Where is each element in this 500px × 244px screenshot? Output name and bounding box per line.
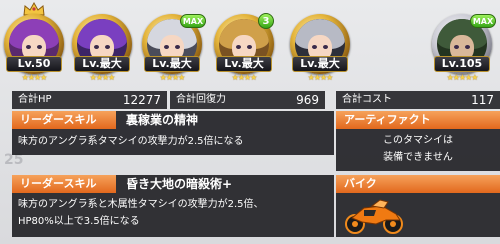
level-label: Lv.最大	[292, 56, 348, 72]
level-label: Lv.105	[434, 56, 490, 72]
bike-panel[interactable]: バイク	[336, 175, 500, 237]
rarity-stars: ★★★★	[231, 73, 258, 82]
motorcycle-icon	[345, 199, 403, 234]
party-member-1[interactable]: Lv.50 ★★★★	[2, 2, 66, 88]
leader-skill-tag: リーダースキル	[12, 111, 116, 129]
rarity-stars: ★★★★	[89, 73, 116, 82]
artifact-message-line2: 装備できません	[383, 152, 453, 163]
party-members: Lv.50 ★★★★ Lv.最大 ★★★★ MAX Lv.最大 ★★★★ 3 L…	[0, 0, 500, 90]
total-heal: 合計回復力 969	[170, 91, 325, 109]
party-member-3[interactable]: MAX Lv.最大 ★★★★	[140, 2, 206, 88]
leader-skill-panel[interactable]: リーダースキル 裏稼業の精神 味方のアングラ系タマシイの攻撃力が2.5倍になる	[12, 111, 334, 155]
max-badge: MAX	[180, 14, 206, 28]
total-cost-value: 117	[471, 93, 494, 107]
leader-skill-name: 裏稼業の精神	[126, 113, 199, 127]
leader-skill-description: 味方のアングラ系タマシイの攻撃力が2.5倍になる	[18, 136, 244, 147]
party-member-5[interactable]: Lv.最大 ★★★★	[288, 2, 352, 88]
team-stats: 合計HP 12277 合計回復力 969 合計コスト 117	[0, 91, 500, 109]
sub-leader-skill-tag: リーダースキル	[12, 175, 116, 193]
bike-tag: バイク	[336, 175, 500, 193]
artifact-message-line1: このタマシイは	[383, 135, 453, 146]
level-label: Lv.最大	[74, 56, 130, 72]
total-hp-label: 合計HP	[18, 94, 52, 105]
max-badge: MAX	[470, 14, 496, 28]
rarity-stars: ★★★★	[159, 73, 186, 82]
total-heal-label: 合計回復力	[176, 94, 226, 105]
sub-leader-skill-desc-line1: 味方のアングラ系と木属性タマシイの攻撃力が2.5倍、	[18, 199, 264, 210]
party-member-2[interactable]: Lv.最大 ★★★★	[70, 2, 134, 88]
sub-leader-skill-desc-line2: HP80%以上で3.5倍になる	[18, 216, 140, 227]
party-member-4[interactable]: 3 Lv.最大 ★★★★	[212, 2, 276, 88]
artifact-message: このタマシイは 装備できません	[336, 129, 500, 166]
level-label: Lv.最大	[216, 56, 272, 72]
level-label: Lv.最大	[144, 56, 200, 72]
artifact-tag: アーティファクト	[336, 111, 500, 129]
total-heal-value: 969	[296, 93, 319, 107]
sub-leader-skill-description: 味方のアングラ系と木属性タマシイの攻撃力が2.5倍、 HP80%以上で3.5倍に…	[12, 193, 334, 231]
total-hp: 合計HP 12277	[12, 91, 167, 109]
rarity-stars: ★★★★★	[446, 73, 479, 82]
count-badge: 3	[258, 13, 274, 29]
sub-leader-skill-panel[interactable]: リーダースキル 昏き大地の暗殺術+ 味方のアングラ系と木属性タマシイの攻撃力が2…	[12, 175, 334, 237]
total-hp-value: 12277	[122, 93, 161, 107]
total-cost-label: 合計コスト	[342, 94, 392, 105]
rarity-stars: ★★★★	[307, 73, 334, 82]
rarity-stars: ★★★★	[21, 73, 48, 82]
party-member-6[interactable]: MAX Lv.105 ★★★★★	[430, 2, 496, 88]
total-cost: 合計コスト 117	[336, 91, 500, 109]
level-label: Lv.50	[6, 56, 62, 72]
sub-leader-skill-name: 昏き大地の暗殺術+	[126, 177, 233, 191]
artifact-panel[interactable]: アーティファクト このタマシイは 装備できません	[336, 111, 500, 171]
